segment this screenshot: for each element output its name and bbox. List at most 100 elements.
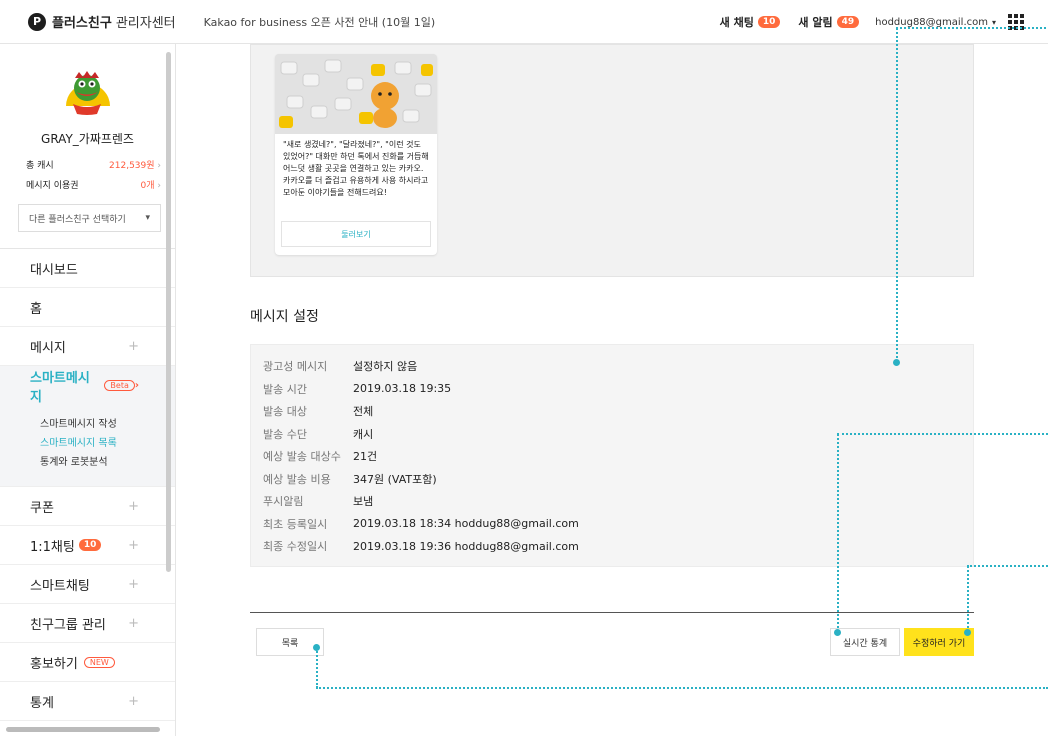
settings-key: 최종 수정일시	[263, 540, 328, 554]
sidebar: GRAY_가짜프렌즈 총 캐시 212,539원 메시지 이용권 0개 다른 플…	[0, 44, 176, 736]
sidebar-item-label: 통계	[30, 695, 54, 711]
settings-value: 21건	[353, 450, 378, 464]
plusfriend-select-label: 다른 플러스친구 선택하기	[29, 214, 126, 225]
settings-title: 메시지 설정	[250, 309, 319, 325]
settings-key: 발송 수단	[263, 427, 307, 441]
sidebar-item-label: 메시지	[30, 340, 66, 356]
sidebar-subitem-stats[interactable]: 통계와 로봇분석	[40, 453, 175, 472]
new-chat-link[interactable]: 새 채팅 10	[720, 14, 781, 30]
voucher-value: 0개	[141, 178, 161, 191]
settings-value: 347원 (VAT포함)	[353, 472, 437, 486]
annotation-line	[837, 434, 839, 632]
sidebar-item-home[interactable]: 홈	[0, 288, 175, 327]
account-menu[interactable]: hoddug88@gmail.com ▾	[875, 17, 996, 28]
sidebar-item-label: 친구그룹 관리	[30, 617, 106, 633]
settings-row: 최종 수정일시 2019.03.18 19:36 hoddug88@gmail.…	[251, 535, 973, 558]
sidebar-item-label: 홍보하기	[30, 656, 78, 672]
sidebar-subitem-create[interactable]: 스마트메시지 작성	[40, 415, 175, 434]
smart-message-submenu: 스마트메시지 작성 스마트메시지 목록 통계와 로봇분석	[0, 405, 175, 487]
expand-plus-icon[interactable]: +	[128, 499, 139, 514]
settings-value: 2019.03.18 19:35	[353, 382, 452, 396]
account-email: hoddug88@gmail.com	[875, 16, 988, 28]
settings-key: 예상 발송 대상수	[263, 450, 341, 464]
logo[interactable]: P 플러스친구 관리자센터	[28, 12, 176, 31]
annotation-dot	[893, 359, 900, 366]
profile: GRAY_가짜프렌즈	[0, 44, 175, 154]
brand-name: 플러스친구	[52, 16, 112, 31]
brand-subtitle: 관리자센터	[115, 16, 176, 31]
new-alert-link[interactable]: 새 알림 49	[798, 14, 860, 30]
expand-plus-icon[interactable]: +	[128, 339, 139, 354]
total-cash-label: 총 캐시	[26, 160, 54, 171]
plusfriend-select[interactable]: 다른 플러스친구 선택하기 ▾	[18, 204, 161, 232]
main-content: "새로 생겼네?", "달라졌네?", "이런 것도 있었어?" 대화만 하던 …	[176, 44, 1048, 736]
total-cash-value: 212,539원	[109, 158, 161, 171]
settings-key: 예상 발송 비용	[263, 472, 331, 486]
sidebar-item-promote[interactable]: 홍보하기 NEW	[0, 643, 175, 682]
expand-plus-icon[interactable]: +	[128, 694, 139, 709]
sidebar-item-coupon[interactable]: 쿠폰 +	[0, 487, 175, 526]
sidebar-item-smart-chat[interactable]: 스마트채팅 +	[0, 565, 175, 604]
settings-row: 예상 발송 대상수 21건	[251, 445, 973, 468]
sidebar-item-smart-message[interactable]: 스마트메시지 Beta ›	[0, 366, 175, 405]
divider	[250, 612, 974, 613]
annotation-line	[316, 648, 318, 688]
expand-plus-icon[interactable]: +	[128, 577, 139, 592]
sidebar-item-statistics[interactable]: 통계 +	[0, 682, 175, 721]
settings-row: 푸시알림 보냄	[251, 490, 973, 513]
sidebar-item-label: 홈	[30, 301, 42, 317]
sidebar-item-label: 1:1채팅	[30, 539, 75, 555]
sidebar-subitem-list[interactable]: 스마트메시지 목록	[40, 434, 175, 453]
new-badge: NEW	[83, 656, 115, 668]
chat-count-badge: 10	[78, 539, 102, 551]
horizontal-scrollbar[interactable]	[6, 727, 160, 732]
settings-row: 발송 대상 전체	[251, 400, 973, 423]
settings-row: 발송 시간 2019.03.18 19:35	[251, 378, 973, 401]
sidebar-item-chat[interactable]: 1:1채팅 10 +	[0, 526, 175, 565]
settings-key: 푸시알림	[263, 495, 304, 509]
settings-row: 광고성 메시지 설정하지 않음	[251, 355, 973, 378]
chevron-down-icon: ▾	[991, 17, 996, 27]
settings-key: 발송 시간	[263, 382, 307, 396]
annotation-dot	[834, 629, 841, 636]
sidebar-scrollbar[interactable]	[166, 52, 171, 572]
settings-row: 최초 등록일시 2019.03.18 18:34 hoddug88@gmail.…	[251, 513, 973, 536]
new-alert-label: 새 알림	[798, 16, 833, 29]
expand-plus-icon[interactable]: +	[128, 538, 139, 553]
settings-value: 캐시	[353, 427, 374, 441]
avatar	[63, 66, 113, 116]
expand-plus-icon[interactable]: +	[128, 616, 139, 631]
settings-key: 광고성 메시지	[263, 360, 328, 374]
sidebar-item-label: 쿠폰	[30, 500, 54, 516]
settings-value: 2019.03.18 19:36 hoddug88@gmail.com	[353, 539, 579, 553]
sidebar-item-friend-group[interactable]: 친구그룹 관리 +	[0, 604, 175, 643]
annotation-line	[896, 28, 898, 362]
plusfriend-logo-icon: P	[28, 12, 46, 31]
preview-card: "새로 생겼네?", "달라졌네?", "이런 것도 있었어?" 대화만 하던 …	[275, 54, 437, 255]
card-body-text: "새로 생겼네?", "달라졌네?", "이런 것도 있었어?" 대화만 하던 …	[283, 140, 429, 197]
annotation-line	[316, 687, 1048, 689]
voucher-label: 메시지 이용권	[26, 180, 79, 191]
total-cash-row[interactable]: 총 캐시 212,539원	[0, 154, 175, 174]
settings-value: 2019.03.18 18:34 hoddug88@gmail.com	[353, 517, 579, 531]
settings-key: 최초 등록일시	[263, 517, 328, 531]
list-button[interactable]: 목록	[256, 628, 324, 656]
sidebar-item-message[interactable]: 메시지 +	[0, 327, 175, 366]
card-image	[275, 54, 437, 134]
annotation-line	[967, 565, 1048, 567]
new-chat-label: 새 채팅	[719, 16, 754, 29]
voucher-row[interactable]: 메시지 이용권 0개	[0, 174, 175, 194]
sidebar-item-dashboard[interactable]: 대시보드	[0, 249, 175, 288]
settings-value: 보냄	[353, 495, 374, 509]
annotation-dot	[964, 629, 971, 636]
sidebar-item-label: 스마트메시지	[30, 370, 90, 405]
beta-badge: Beta	[104, 380, 135, 391]
annotation-line	[967, 566, 969, 632]
notice-link[interactable]: Kakao for business 오픈 사전 안내 (10월 1일)	[204, 14, 436, 30]
sidebar-nav: 대시보드 홈 메시지 + 스마트메시지 Beta › 스마트메시지 작성 스마트…	[0, 248, 175, 721]
card-browse-button[interactable]: 둘러보기	[281, 221, 431, 247]
message-preview: "새로 생겼네?", "달라졌네?", "이런 것도 있었어?" 대화만 하던 …	[250, 44, 974, 277]
settings-table: 광고성 메시지 설정하지 않음 발송 시간 2019.03.18 19:35 발…	[250, 344, 974, 567]
profile-name: GRAY_가짜프렌즈	[41, 132, 134, 146]
chevron-right-icon: ›	[134, 380, 139, 391]
